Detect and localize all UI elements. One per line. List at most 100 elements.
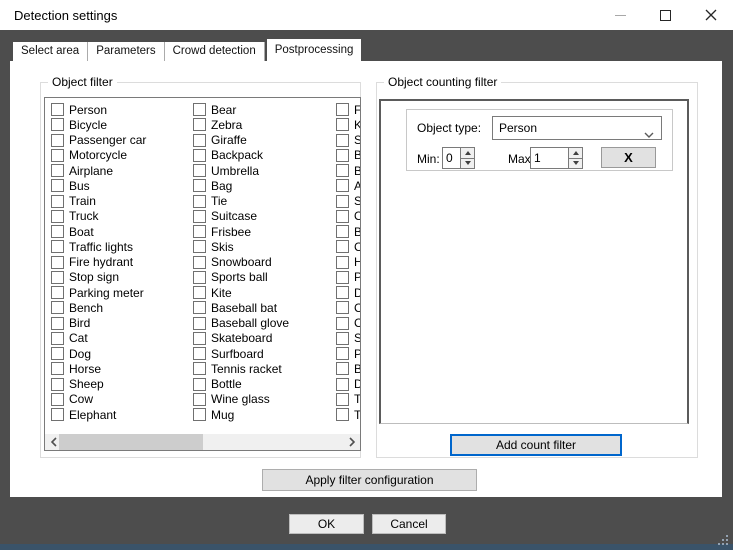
cancel-button[interactable]: Cancel bbox=[372, 514, 446, 534]
tab-parameters[interactable]: Parameters bbox=[88, 42, 164, 61]
checkbox-bag[interactable] bbox=[193, 179, 206, 192]
scrollbar-thumb[interactable] bbox=[59, 434, 203, 450]
checkbox-cat[interactable] bbox=[51, 332, 64, 345]
tab-crowd-detection[interactable]: Crowd detection bbox=[165, 42, 265, 61]
checkbox-backpack[interactable] bbox=[193, 149, 206, 162]
checkbox-truck[interactable] bbox=[51, 210, 64, 223]
checkbox-horse[interactable] bbox=[51, 362, 64, 375]
checkbox-parking-meter[interactable] bbox=[51, 286, 64, 299]
object-filter-item: Skateboard bbox=[193, 332, 272, 345]
object-type-combobox[interactable]: Person bbox=[492, 116, 662, 140]
checkbox-pizza[interactable] bbox=[336, 271, 349, 284]
checkbox-zebra[interactable] bbox=[193, 118, 206, 131]
checkbox-person[interactable] bbox=[51, 103, 64, 116]
tab-postprocessing[interactable]: Postprocessing bbox=[267, 39, 362, 62]
checkbox-apple[interactable] bbox=[336, 179, 349, 192]
checkbox-orange[interactable] bbox=[336, 210, 349, 223]
checkbox-sofa[interactable] bbox=[336, 332, 349, 345]
checkbox-boat[interactable] bbox=[51, 225, 64, 238]
ok-button[interactable]: OK bbox=[289, 514, 364, 534]
checkbox-umbrella[interactable] bbox=[193, 164, 206, 177]
checkbox-fork[interactable] bbox=[336, 103, 349, 116]
checkbox-train[interactable] bbox=[51, 195, 64, 208]
checkbox-mug[interactable] bbox=[193, 408, 206, 421]
checkbox-tv[interactable] bbox=[336, 408, 349, 421]
resize-grip-icon[interactable] bbox=[718, 535, 730, 547]
checkbox-snowboard[interactable] bbox=[193, 256, 206, 269]
checkbox-frisbee[interactable] bbox=[193, 225, 206, 238]
horizontal-scrollbar[interactable] bbox=[45, 434, 360, 450]
scroll-right-button[interactable] bbox=[343, 434, 360, 450]
checkbox-potted-plant[interactable] bbox=[336, 347, 349, 360]
checkbox-surfboard[interactable] bbox=[193, 347, 206, 360]
checkbox-dog[interactable] bbox=[51, 347, 64, 360]
object-filter-item: Toilet bbox=[336, 393, 361, 406]
checkbox-stop-sign[interactable] bbox=[51, 271, 64, 284]
add-count-filter-button[interactable]: Add count filter bbox=[450, 434, 622, 456]
maximize-button[interactable] bbox=[643, 0, 688, 30]
checkbox-spoon[interactable] bbox=[336, 134, 349, 147]
checkbox-cake[interactable] bbox=[336, 301, 349, 314]
checkbox-dining-table[interactable] bbox=[336, 378, 349, 391]
object-filter-item: TV bbox=[336, 408, 361, 421]
checkbox-hot-dog[interactable] bbox=[336, 256, 349, 269]
checkbox-label: Sofa bbox=[354, 331, 361, 345]
checkbox-bottle[interactable] bbox=[193, 378, 206, 391]
checkbox-broccoli[interactable] bbox=[336, 225, 349, 238]
checkbox-banana[interactable] bbox=[336, 164, 349, 177]
checkbox-bear[interactable] bbox=[193, 103, 206, 116]
checkbox-baseball-bat[interactable] bbox=[193, 301, 206, 314]
checkbox-baseball-glove[interactable] bbox=[193, 317, 206, 330]
chevron-down-icon bbox=[644, 125, 654, 143]
checkbox-label: Bed bbox=[354, 362, 361, 376]
checkbox-bowl[interactable] bbox=[336, 149, 349, 162]
checkbox-wine-glass[interactable] bbox=[193, 393, 206, 406]
min-decrement-button[interactable] bbox=[461, 159, 474, 169]
checkbox-toilet[interactable] bbox=[336, 393, 349, 406]
checkbox-bed[interactable] bbox=[336, 362, 349, 375]
checkbox-sheep[interactable] bbox=[51, 378, 64, 391]
object-filter-item: Stop sign bbox=[51, 271, 119, 284]
titlebar: Detection settings bbox=[0, 0, 733, 30]
checkbox-suitcase[interactable] bbox=[193, 210, 206, 223]
checkbox-airplane[interactable] bbox=[51, 164, 64, 177]
checkbox-sandwich[interactable] bbox=[336, 195, 349, 208]
apply-filter-configuration-button[interactable]: Apply filter configuration bbox=[262, 469, 477, 491]
checkbox-carrot[interactable] bbox=[336, 240, 349, 253]
tab-select-area[interactable]: Select area bbox=[13, 42, 88, 61]
checkbox-bicycle[interactable] bbox=[51, 118, 64, 131]
object-filter-item: Tie bbox=[193, 195, 227, 208]
checkbox-skateboard[interactable] bbox=[193, 332, 206, 345]
max-value-input[interactable] bbox=[534, 150, 565, 165]
checkbox-cow[interactable] bbox=[51, 393, 64, 406]
object-counting-filter-group-label: Object counting filter bbox=[384, 75, 501, 89]
checkbox-chair[interactable] bbox=[336, 317, 349, 330]
checkbox-traffic-lights[interactable] bbox=[51, 240, 64, 253]
close-button[interactable] bbox=[688, 0, 733, 30]
min-increment-button[interactable] bbox=[461, 148, 474, 159]
checkbox-tennis-racket[interactable] bbox=[193, 362, 206, 375]
object-filter-item: Baseball bat bbox=[193, 301, 277, 314]
checkbox-label: Frisbee bbox=[211, 225, 251, 239]
checkbox-bird[interactable] bbox=[51, 317, 64, 330]
checkbox-tie[interactable] bbox=[193, 195, 206, 208]
checkbox-motorcycle[interactable] bbox=[51, 149, 64, 162]
min-value-input[interactable] bbox=[446, 150, 457, 165]
checkbox-knife[interactable] bbox=[336, 118, 349, 131]
checkbox-passenger-car[interactable] bbox=[51, 134, 64, 147]
checkbox-fire-hydrant[interactable] bbox=[51, 256, 64, 269]
object-filter-item: Fork bbox=[336, 103, 361, 116]
checkbox-bus[interactable] bbox=[51, 179, 64, 192]
checkbox-bench[interactable] bbox=[51, 301, 64, 314]
object-filter-item: Spoon bbox=[336, 134, 361, 147]
checkbox-kite[interactable] bbox=[193, 286, 206, 299]
max-decrement-button[interactable] bbox=[569, 159, 582, 169]
checkbox-elephant[interactable] bbox=[51, 408, 64, 421]
max-increment-button[interactable] bbox=[569, 148, 582, 159]
minimize-button[interactable] bbox=[598, 0, 643, 30]
remove-count-filter-button[interactable]: X bbox=[601, 147, 656, 168]
checkbox-donut[interactable] bbox=[336, 286, 349, 299]
checkbox-skis[interactable] bbox=[193, 240, 206, 253]
checkbox-sports-ball[interactable] bbox=[193, 271, 206, 284]
checkbox-giraffe[interactable] bbox=[193, 134, 206, 147]
